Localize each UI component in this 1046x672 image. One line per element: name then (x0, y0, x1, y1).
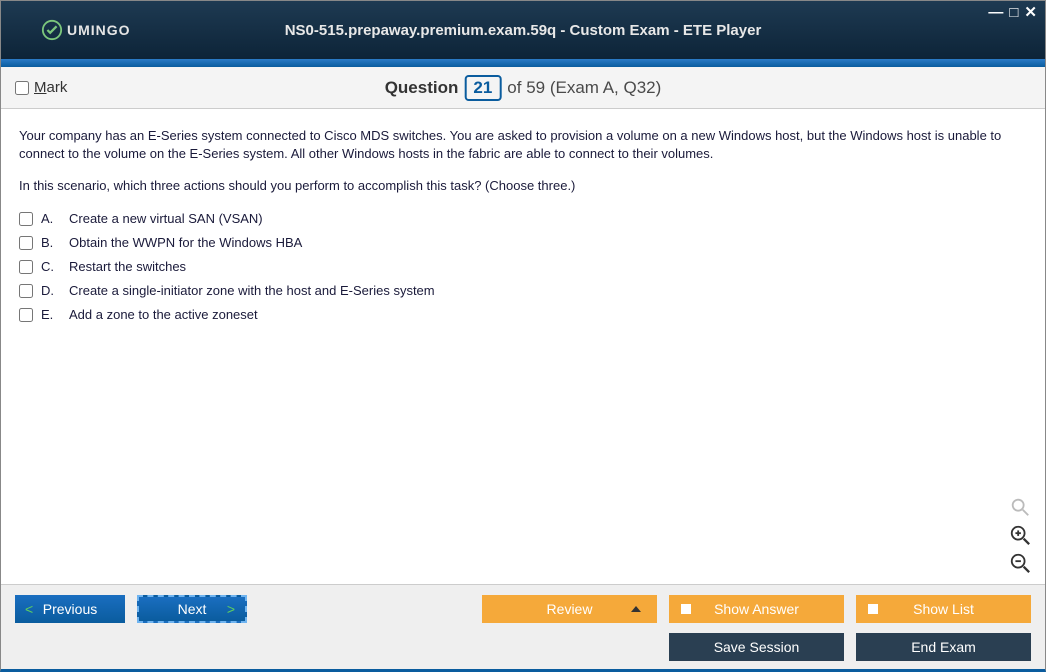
answer-option-c[interactable]: C. Restart the switches (19, 258, 1027, 276)
current-question-number: 21 (464, 75, 501, 101)
logo-text: UMINGO (67, 22, 131, 38)
footer-row-2: Save Session End Exam (15, 633, 1031, 661)
previous-label: Previous (43, 601, 97, 617)
titlebar: UMINGO NS0-515.prepaway.premium.exam.59q… (1, 1, 1045, 59)
answer-checkbox-b[interactable] (19, 236, 33, 250)
zoom-tools (1009, 496, 1031, 574)
zoom-in-icon[interactable] (1009, 524, 1031, 546)
question-counter: Question 21 of 59 (Exam A, Q32) (385, 75, 662, 101)
answer-text: Create a single-initiator zone with the … (69, 282, 435, 300)
answer-text: Restart the switches (69, 258, 186, 276)
answer-letter: D. (41, 282, 61, 300)
checkbox-icon (681, 604, 691, 614)
answer-option-b[interactable]: B. Obtain the WWPN for the Windows HBA (19, 234, 1027, 252)
answer-checkbox-a[interactable] (19, 212, 33, 226)
footer: < Previous Next > Review Show Answer Sho… (1, 584, 1045, 669)
answer-text: Add a zone to the active zoneset (69, 306, 258, 324)
answer-checkbox-d[interactable] (19, 284, 33, 298)
mark-checkbox[interactable] (15, 81, 29, 95)
next-button[interactable]: Next > (137, 595, 247, 623)
answer-option-a[interactable]: A. Create a new virtual SAN (VSAN) (19, 210, 1027, 228)
show-answer-button[interactable]: Show Answer (669, 595, 844, 623)
footer-row-1: < Previous Next > Review Show Answer Sho… (15, 595, 1031, 623)
next-label: Next (178, 601, 207, 617)
show-answer-label: Show Answer (714, 601, 799, 617)
question-total: of 59 (Exam A, Q32) (507, 78, 661, 98)
chevron-right-icon: > (227, 601, 235, 617)
end-exam-label: End Exam (911, 639, 976, 655)
end-exam-button[interactable]: End Exam (856, 633, 1031, 661)
review-button[interactable]: Review (482, 595, 657, 623)
answers-list: A. Create a new virtual SAN (VSAN) B. Ob… (19, 210, 1027, 325)
question-paragraph-2: In this scenario, which three actions sh… (19, 177, 1027, 195)
previous-button[interactable]: < Previous (15, 595, 125, 623)
question-header: Mark Question 21 of 59 (Exam A, Q32) (1, 67, 1045, 109)
answer-checkbox-e[interactable] (19, 308, 33, 322)
close-icon[interactable]: ✕ (1024, 5, 1037, 20)
mark-checkbox-wrap[interactable]: Mark (15, 79, 67, 96)
show-list-button[interactable]: Show List (856, 595, 1031, 623)
window-title: NS0-515.prepaway.premium.exam.59q - Cust… (285, 22, 762, 39)
answer-letter: A. (41, 210, 61, 228)
maximize-icon[interactable]: □ (1009, 5, 1018, 20)
checkbox-icon (868, 604, 878, 614)
review-label: Review (547, 601, 593, 617)
chevron-left-icon: < (25, 601, 33, 617)
question-content: Your company has an E-Series system conn… (1, 109, 1045, 584)
answer-text: Create a new virtual SAN (VSAN) (69, 210, 263, 228)
answer-letter: E. (41, 306, 61, 324)
show-list-label: Show List (913, 601, 974, 617)
zoom-out-icon[interactable] (1009, 552, 1031, 574)
checkmark-icon (41, 19, 63, 41)
answer-option-d[interactable]: D. Create a single-initiator zone with t… (19, 282, 1027, 300)
answer-checkbox-c[interactable] (19, 260, 33, 274)
answer-letter: C. (41, 258, 61, 276)
answer-letter: B. (41, 234, 61, 252)
question-paragraph-1: Your company has an E-Series system conn… (19, 127, 1027, 163)
question-word: Question (385, 78, 459, 98)
accent-strip (1, 59, 1045, 67)
search-icon[interactable] (1009, 496, 1031, 518)
app-logo: UMINGO (41, 19, 131, 41)
triangle-up-icon (631, 606, 641, 612)
answer-option-e[interactable]: E. Add a zone to the active zoneset (19, 306, 1027, 324)
save-session-label: Save Session (714, 639, 800, 655)
answer-text: Obtain the WWPN for the Windows HBA (69, 234, 302, 252)
save-session-button[interactable]: Save Session (669, 633, 844, 661)
minimize-icon[interactable]: — (988, 5, 1003, 20)
mark-label: Mark (34, 79, 67, 96)
window-controls: — □ ✕ (988, 5, 1037, 20)
